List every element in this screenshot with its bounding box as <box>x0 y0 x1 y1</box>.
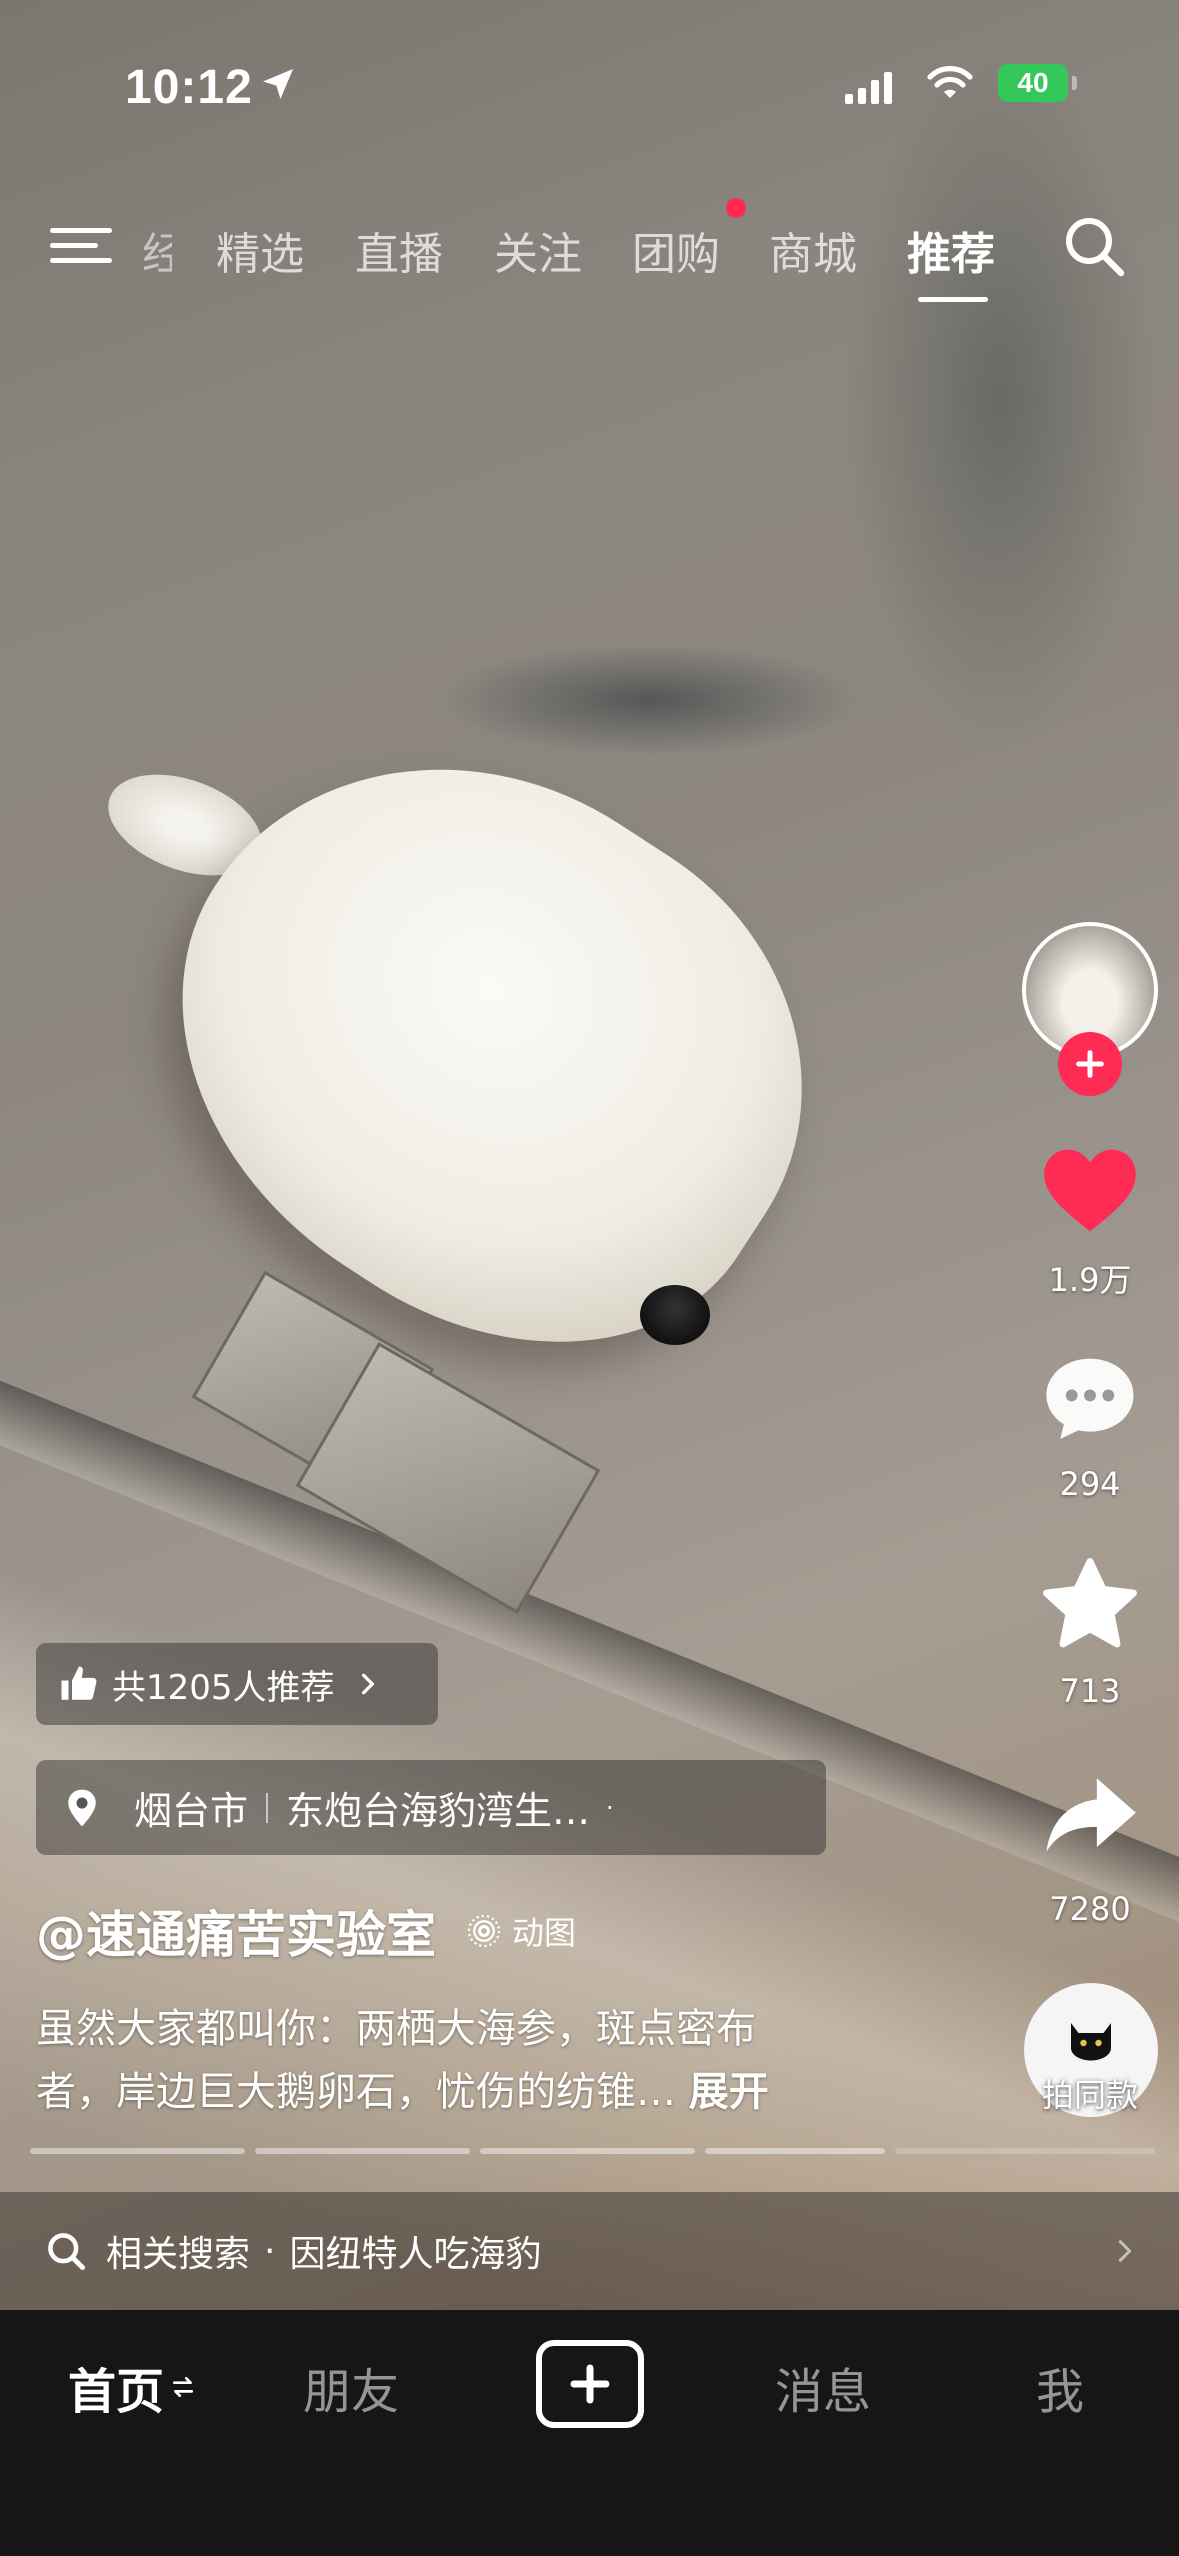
nav-home-label: 首页 <box>68 2364 165 2420</box>
star-icon[interactable] <box>1035 1550 1145 1660</box>
status-bar: 10:12 40 <box>0 60 1179 114</box>
plus-icon <box>570 2364 610 2404</box>
search-icon[interactable] <box>1063 215 1127 279</box>
nav-me[interactable]: 我 <box>1036 2352 1084 2422</box>
related-search-separator: · <box>264 2230 276 2272</box>
recommend-pill[interactable]: 共1205人推荐 <box>36 1643 438 1725</box>
swap-icon <box>172 2376 194 2398</box>
video-seal <box>80 657 900 1443</box>
tab-group-buy[interactable]: 团购 <box>632 218 720 282</box>
thumb-up-icon <box>61 1666 97 1700</box>
progress-segment <box>30 2148 245 2154</box>
create-button[interactable] <box>536 2340 644 2428</box>
like-count: 1.9万 <box>1048 1261 1132 1299</box>
gif-tag-label: 动图 <box>512 1914 577 1952</box>
tab-recommend[interactable]: 推荐 <box>907 218 995 282</box>
expand-button[interactable]: 展开 <box>689 2069 769 2115</box>
location-city: 烟台市 <box>134 1789 249 1833</box>
location-pin-icon <box>68 1789 96 1826</box>
battery-indicator: 40 <box>998 64 1077 102</box>
cat-icon <box>1071 2023 1111 2061</box>
active-tab-indicator <box>918 297 988 302</box>
notification-dot <box>726 198 746 218</box>
caption-line-2: 者，岸边巨大鹅卵石，忧伤的纺锥… <box>36 2069 676 2115</box>
caption-line-1: 虽然大家都叫你：两栖大海参，斑点密布 <box>36 2006 756 2052</box>
author-username[interactable]: @速通痛苦实验室 <box>36 1895 436 1967</box>
related-search-query: 因纽特人吃海豹 <box>289 2234 542 2275</box>
live-photo-icon <box>467 1914 501 1948</box>
plus-icon <box>1076 1050 1104 1078</box>
progress-segment <box>480 2148 695 2154</box>
tab-mall[interactable]: 商城 <box>769 218 857 282</box>
related-search-label: 相关搜索 <box>106 2234 251 2275</box>
nav-home[interactable]: 首页 <box>68 2352 196 2422</box>
location-pill[interactable]: 烟台市 东炮台海豹湾生… · <box>36 1760 826 1855</box>
follow-button[interactable] <box>1058 1032 1122 1096</box>
recommend-count-label: 共1205人推荐 <box>112 1667 335 1708</box>
chevron-right-icon <box>361 1673 374 1695</box>
top-nav: 经验 精选 直播 关注 团购 商城 推荐 <box>0 198 1179 302</box>
related-search-bar[interactable]: 相关搜索 · 因纽特人吃海豹 <box>0 2192 1179 2310</box>
tab-following[interactable]: 关注 <box>494 218 582 282</box>
same-style-label: 拍同款 <box>1041 2076 1138 2114</box>
location-divider <box>266 1792 269 1823</box>
signal-icon <box>845 70 892 104</box>
comment-count: 294 <box>1059 1465 1121 1503</box>
gif-tag: 动图 <box>466 1908 576 1954</box>
status-time: 10:12 <box>125 61 253 114</box>
video-seal-nose <box>640 1285 710 1345</box>
location-dot: · <box>606 1793 614 1822</box>
tab-partial[interactable]: 经验 <box>142 218 172 282</box>
progress-segment <box>705 2148 885 2154</box>
progress-segment <box>255 2148 470 2154</box>
search-icon <box>48 2233 85 2270</box>
wifi-icon <box>927 66 973 98</box>
location-place: 东炮台海豹湾生… <box>286 1789 591 1833</box>
bottom-nav: 首页 朋友 消息 我 <box>0 2310 1179 2556</box>
heart-icon[interactable] <box>1035 1135 1145 1245</box>
chevron-right-icon <box>1118 2240 1132 2262</box>
nav-friends[interactable]: 朋友 <box>303 2352 399 2422</box>
video-caption[interactable]: 虽然大家都叫你：两栖大海参，斑点密布 者，岸边巨大鹅卵石，忧伤的纺锥… 展开 <box>36 1998 866 2124</box>
tab-featured[interactable]: 精选 <box>216 218 304 282</box>
favorite-count: 713 <box>1059 1672 1121 1710</box>
nav-messages[interactable]: 消息 <box>775 2352 871 2422</box>
share-icon[interactable] <box>1035 1760 1145 1870</box>
menu-icon[interactable] <box>50 222 112 270</box>
share-count: 7280 <box>1049 1890 1131 1928</box>
tab-live[interactable]: 直播 <box>355 218 443 282</box>
location-arrow-icon <box>263 69 293 99</box>
comment-icon[interactable] <box>1035 1345 1145 1455</box>
progress-segment <box>895 2148 1155 2154</box>
